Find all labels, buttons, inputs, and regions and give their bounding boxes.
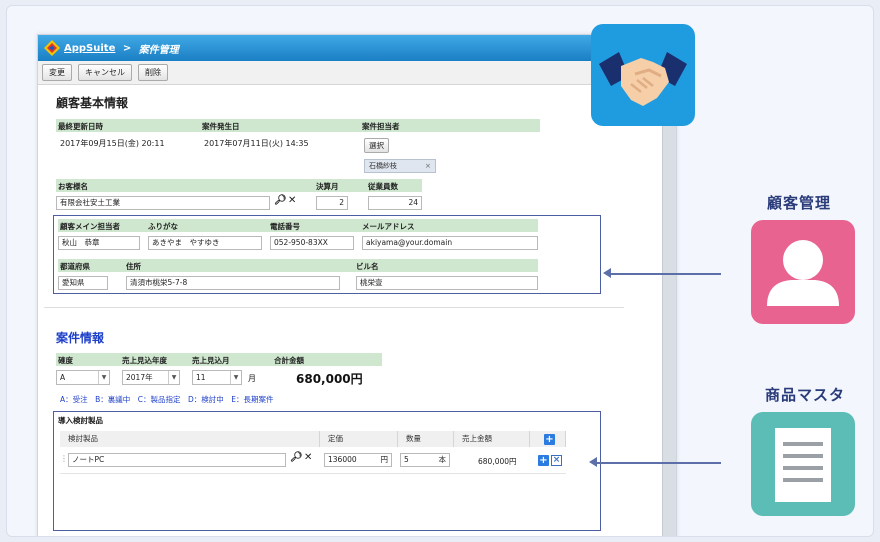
address-input[interactable]: 清須市桃栄5-7-8 xyxy=(126,276,340,290)
furigana-input[interactable]: あきやま やすゆき xyxy=(148,236,262,250)
row-grip-icon[interactable]: ⋮ xyxy=(60,454,68,463)
title-bar: AppSuite > 案件管理 xyxy=(38,35,676,61)
customer-name-label: お客様名 xyxy=(58,182,88,191)
month-unit: 月 xyxy=(248,374,256,383)
insert-row-icon[interactable]: + xyxy=(538,455,549,466)
product-connector xyxy=(595,462,721,464)
handshake-tile xyxy=(591,24,695,126)
cancel-button[interactable]: キャンセル xyxy=(78,64,132,81)
delete-row-icon[interactable]: × xyxy=(551,455,562,466)
clear-icon[interactable]: ✕ xyxy=(304,452,312,463)
arrow-left-icon xyxy=(603,268,611,278)
occurred-label: 案件発生日 xyxy=(202,122,240,131)
search-icon[interactable]: 🔎︎ xyxy=(290,452,303,463)
app-window: AppSuite > 案件管理 変更 キャンセル 削除 顧客基本情報 最終更新日… xyxy=(37,34,677,536)
price-value: 136000 xyxy=(328,455,357,464)
employees-label: 従業員数 xyxy=(368,182,398,191)
toolbar: 変更 キャンセル 削除 xyxy=(38,61,676,85)
qty-unit: 本 xyxy=(438,455,447,464)
price-input[interactable]: 136000 円 xyxy=(324,453,392,467)
last-updated-label: 最終更新日時 xyxy=(58,122,103,131)
building-label: ビル名 xyxy=(356,262,379,271)
chevron-down-icon: ▼ xyxy=(98,371,109,384)
contact-label: 顧客メイン担当者 xyxy=(60,222,120,231)
owner-label: 案件担当者 xyxy=(362,122,400,131)
closing-month-input[interactable]: 2 xyxy=(316,196,348,210)
remove-owner-icon[interactable]: × xyxy=(425,162,431,170)
person-icon xyxy=(767,240,839,306)
product-master-tile xyxy=(751,412,855,516)
products-label: 導入検討製品 xyxy=(58,416,103,425)
furigana-label: ふりがな xyxy=(148,222,178,231)
row-divider xyxy=(60,473,566,474)
owner-tag: 石橋紗枝 × xyxy=(364,159,436,173)
price-unit: 円 xyxy=(380,455,389,464)
qty-value: 5 xyxy=(404,455,409,464)
customer-name-input[interactable]: 有限会社安土工業 xyxy=(56,196,270,210)
breadcrumb-current: 案件管理 xyxy=(138,44,179,56)
change-button[interactable]: 変更 xyxy=(42,64,72,81)
breadcrumb-app[interactable]: AppSuite xyxy=(64,43,115,54)
delete-button[interactable]: 削除 xyxy=(138,64,168,81)
rank-label: 確度 xyxy=(58,356,73,365)
phone-label: 電話番号 xyxy=(270,222,300,231)
add-row-icon[interactable]: + xyxy=(544,434,555,445)
prefecture-label: 都道府県 xyxy=(60,262,90,271)
last-updated-value: 2017年09月15日(金) 20:11 xyxy=(60,139,165,148)
month-value: 11 xyxy=(196,373,206,382)
product-master-title: 商品マスタ xyxy=(765,386,846,404)
deal-heading: 案件情報 xyxy=(56,331,105,345)
form-content: 顧客基本情報 最終更新日時 案件発生日 案件担当者 2017年09月15日(金)… xyxy=(38,85,662,536)
employees-input[interactable]: 24 xyxy=(368,196,422,210)
column-price: 定価 xyxy=(320,431,398,447)
column-product: 検討製品 xyxy=(60,431,320,447)
handshake-icon xyxy=(599,52,687,106)
total-label: 合計金額 xyxy=(274,356,304,365)
total-amount: 680,000円 xyxy=(296,372,363,386)
document-icon xyxy=(775,428,831,502)
customer-mgmt-title: 顧客管理 xyxy=(767,194,832,212)
prefecture-input[interactable]: 愛知県 xyxy=(58,276,108,290)
month-select[interactable]: 11 ▼ xyxy=(192,370,242,385)
column-qty: 数量 xyxy=(398,431,454,447)
search-icon[interactable]: 🔎︎ xyxy=(274,195,287,206)
customer-connector xyxy=(609,273,721,275)
meta-label-row xyxy=(56,119,540,132)
year-select[interactable]: 2017年 ▼ xyxy=(122,370,180,385)
appsuite-logo-icon xyxy=(44,40,60,56)
phone-input[interactable]: 052-950-83XX xyxy=(270,236,354,250)
column-amount: 売上金額 xyxy=(454,431,530,447)
product-input[interactable]: ノートPC xyxy=(68,453,286,467)
month-label: 売上見込月 xyxy=(192,356,230,365)
select-owner-button[interactable]: 選択 xyxy=(364,138,389,153)
chevron-down-icon: ▼ xyxy=(230,371,241,384)
customer-heading: 顧客基本情報 xyxy=(56,96,129,110)
screenshot-frame: AppSuite > 案件管理 変更 キャンセル 削除 顧客基本情報 最終更新日… xyxy=(6,5,874,537)
breadcrumb-separator: > xyxy=(119,42,135,54)
rank-select[interactable]: A ▼ xyxy=(56,370,110,385)
clear-icon[interactable]: ✕ xyxy=(288,195,296,206)
contact-input[interactable]: 秋山 恭章 xyxy=(58,236,140,250)
row-amount: 680,000円 xyxy=(478,457,517,466)
section-divider xyxy=(44,307,624,308)
address-label: 住所 xyxy=(126,262,141,271)
owner-tag-label: 石橋紗枝 xyxy=(369,162,397,170)
product-master-highlight xyxy=(53,411,601,531)
occurred-value: 2017年07月11日(火) 14:35 xyxy=(204,139,309,148)
building-input[interactable]: 桃栄壹 xyxy=(356,276,538,290)
customer-mgmt-tile xyxy=(751,220,855,324)
vertical-scrollbar[interactable] xyxy=(662,85,676,536)
rank-value: A xyxy=(60,373,66,382)
closing-month-label: 決算月 xyxy=(316,182,339,191)
email-input[interactable]: akiyama@your.domain xyxy=(362,236,538,250)
rank-legend: A：受注 B：裏議中 C：製品指定 D：検討中 E：長期案件 xyxy=(60,395,274,404)
email-label: メールアドレス xyxy=(362,222,415,231)
arrow-left-icon xyxy=(589,457,597,467)
year-label: 売上見込年度 xyxy=(122,356,167,365)
qty-input[interactable]: 5本 xyxy=(400,453,450,467)
year-value: 2017年 xyxy=(126,373,153,382)
chevron-down-icon: ▼ xyxy=(168,371,179,384)
